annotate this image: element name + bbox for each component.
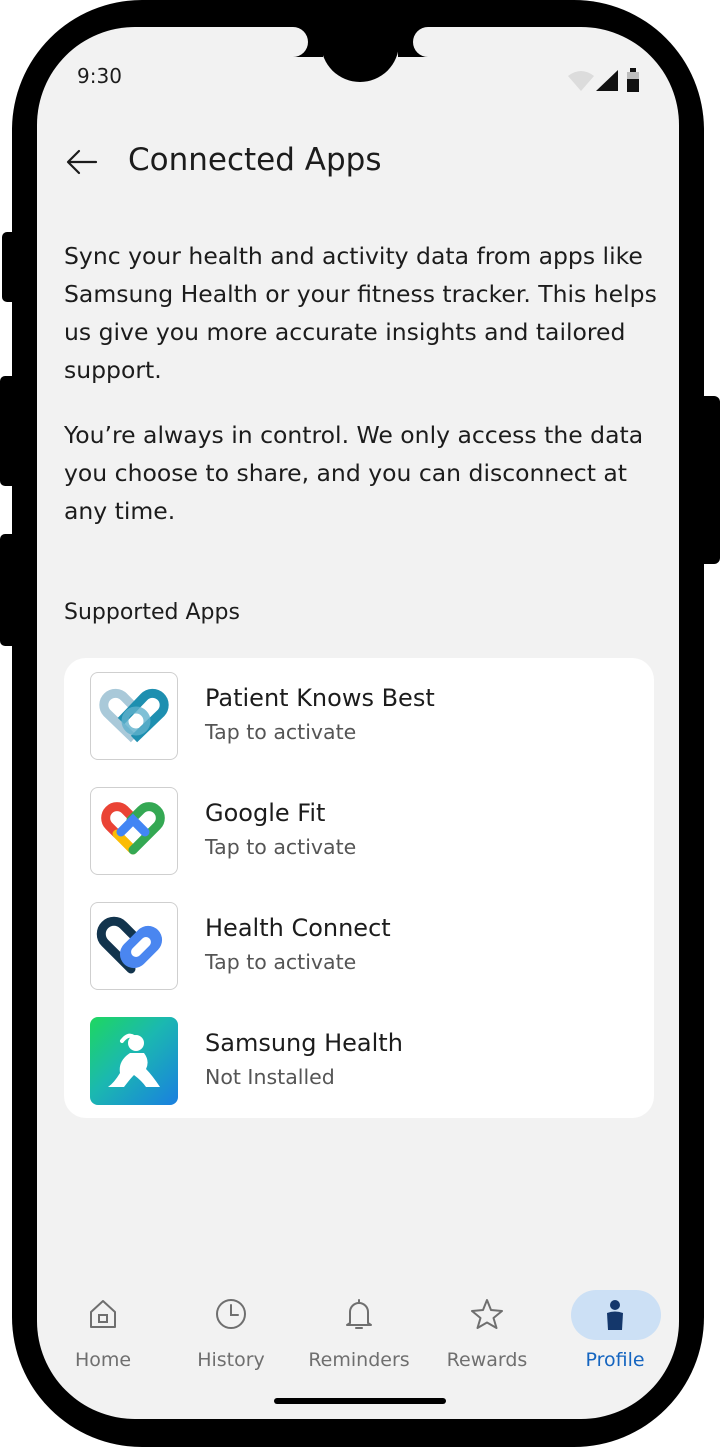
nav-label: Rewards (446, 1349, 528, 1371)
app-row-google-fit[interactable]: Google Fit Tap to activate (64, 773, 654, 888)
bottom-nav: Home History Reminders Rewards Profile (37, 1275, 679, 1385)
nav-label: Reminders (308, 1349, 410, 1371)
app-status: Tap to activate (205, 950, 357, 974)
supported-apps-label: Supported Apps (64, 600, 240, 625)
clock-icon (216, 1299, 246, 1329)
nav-item-home[interactable]: Home (39, 1275, 167, 1375)
app-status: Not Installed (205, 1065, 335, 1089)
nav-label: Home (74, 1349, 132, 1371)
nav-item-reminders[interactable]: Reminders (295, 1275, 423, 1375)
intro-paragraph-1: Sync your health and activity data from … (64, 242, 657, 384)
battery-icon (627, 68, 639, 92)
star-icon (471, 1299, 503, 1329)
app-name: Health Connect (205, 914, 391, 942)
back-button[interactable] (62, 144, 102, 180)
app-name: Samsung Health (205, 1029, 403, 1057)
home-indicator[interactable] (274, 1398, 446, 1404)
page-title: Connected Apps (128, 142, 382, 178)
health-connect-icon (90, 902, 178, 990)
app-row-health-connect[interactable]: Health Connect Tap to activate (64, 888, 654, 1003)
arrow-left-icon (66, 149, 98, 175)
nav-item-history[interactable]: History (167, 1275, 295, 1375)
app-row-patient-knows-best[interactable]: Patient Knows Best Tap to activate (64, 658, 654, 773)
google-fit-icon (90, 787, 178, 875)
notch-corner-right (398, 27, 443, 57)
nav-item-rewards[interactable]: Rewards (423, 1275, 551, 1375)
app-name: Google Fit (205, 799, 326, 827)
app-status: Tap to activate (205, 835, 357, 859)
person-icon (607, 1300, 623, 1330)
status-icons (566, 66, 646, 94)
wifi-icon (568, 71, 594, 91)
app-name: Patient Knows Best (205, 684, 435, 712)
app-row-samsung-health[interactable]: Samsung Health Not Installed (64, 1003, 654, 1118)
patient-knows-best-icon (90, 672, 178, 760)
intro-paragraph-2: You’re always in control. We only access… (64, 421, 644, 525)
status-time: 9:30 (77, 64, 122, 88)
supported-apps-card: Patient Knows Best Tap to activate Googl… (64, 658, 654, 1118)
home-icon (90, 1300, 116, 1328)
bell-icon (346, 1299, 372, 1329)
notch-corner-left (278, 27, 323, 57)
nav-item-profile[interactable]: Profile (551, 1275, 679, 1375)
nav-label: History (197, 1349, 265, 1371)
signal-icon (596, 70, 618, 91)
power-button (704, 396, 720, 564)
samsung-health-icon (90, 1017, 178, 1105)
nav-label: Profile (585, 1349, 645, 1371)
app-status: Tap to activate (205, 720, 357, 744)
